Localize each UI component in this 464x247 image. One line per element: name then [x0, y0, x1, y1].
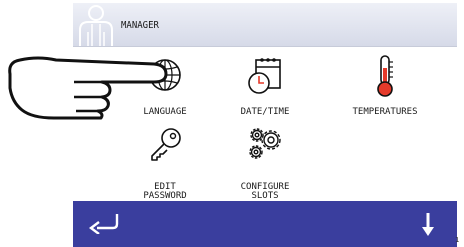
manager-screen: MANAGER LANGUAGE DATE/TIME TEMPERATURES … — [73, 0, 457, 247]
thermometer-icon — [377, 55, 393, 97]
configure-slots-label: CONFIGURE SLOTS — [240, 182, 290, 201]
key-icon — [151, 128, 181, 161]
edit-password-button[interactable]: EDIT PASSWORD — [117, 122, 213, 202]
temperatures-button[interactable]: TEMPERATURES — [337, 54, 433, 134]
configure-slots-button[interactable]: CONFIGURE SLOTS — [217, 122, 313, 202]
down-arrow-icon[interactable] — [421, 211, 435, 237]
user-icon — [79, 5, 113, 46]
page-title: MANAGER — [121, 20, 159, 31]
calendar-clock-icon — [248, 58, 281, 94]
date-time-label: DATE/TIME — [240, 107, 290, 117]
pointing-hand-icon — [8, 56, 168, 120]
footer-bar — [73, 201, 457, 247]
back-arrow-icon[interactable] — [87, 212, 121, 234]
temperatures-label: TEMPERATURES — [352, 107, 418, 117]
header-bar: MANAGER — [73, 3, 457, 47]
page-indicator: 1 — [455, 236, 460, 244]
gears-icon — [249, 128, 281, 159]
edit-password-label: EDIT PASSWORD — [143, 182, 187, 201]
